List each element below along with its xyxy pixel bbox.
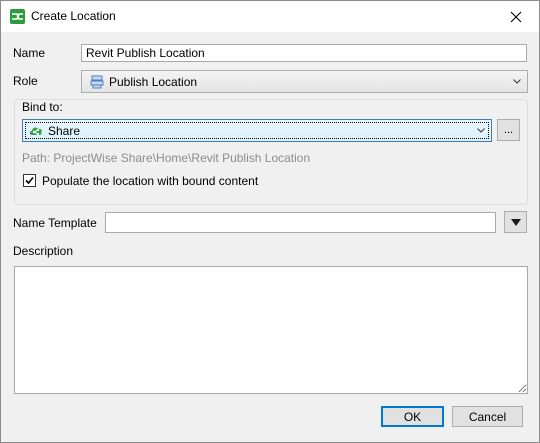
- path-text: Path: ProjectWise Share\Home\Revit Publi…: [22, 151, 311, 165]
- triangle-down-icon: [511, 219, 521, 226]
- name-template-field[interactable]: [105, 212, 496, 233]
- description-label: Description: [13, 244, 74, 258]
- create-location-dialog: Create Location Name Role Publish Locati…: [0, 0, 540, 443]
- cancel-button[interactable]: Cancel: [452, 406, 523, 427]
- title-bar: Create Location: [1, 1, 539, 32]
- ok-button[interactable]: OK: [381, 406, 444, 427]
- populate-label: Populate the location with bound content: [42, 174, 259, 188]
- bind-to-label: Bind to:: [21, 100, 64, 114]
- name-template-menu-button[interactable]: [504, 211, 527, 233]
- role-value: Publish Location: [109, 75, 198, 89]
- bind-to-value: Share: [48, 124, 81, 138]
- app-icon: [10, 9, 25, 24]
- chevron-down-icon: [513, 79, 521, 84]
- description-field[interactable]: [14, 266, 528, 394]
- close-button[interactable]: [493, 1, 539, 32]
- focus-rectangle: [25, 122, 489, 139]
- name-template-label: Name Template: [13, 216, 97, 230]
- populate-checkbox[interactable]: [23, 174, 36, 187]
- publish-location-icon: [90, 75, 104, 89]
- name-field[interactable]: [81, 44, 527, 62]
- role-dropdown[interactable]: Publish Location: [81, 70, 528, 93]
- share-icon: [29, 127, 42, 136]
- window-title: Create Location: [31, 9, 116, 23]
- role-label: Role: [13, 74, 38, 88]
- chevron-down-icon: [477, 128, 485, 133]
- close-icon: [510, 11, 522, 22]
- browse-button[interactable]: ...: [497, 119, 520, 141]
- bind-to-dropdown[interactable]: Share: [22, 119, 492, 142]
- checkmark-icon: [25, 176, 34, 185]
- name-label: Name: [13, 46, 46, 60]
